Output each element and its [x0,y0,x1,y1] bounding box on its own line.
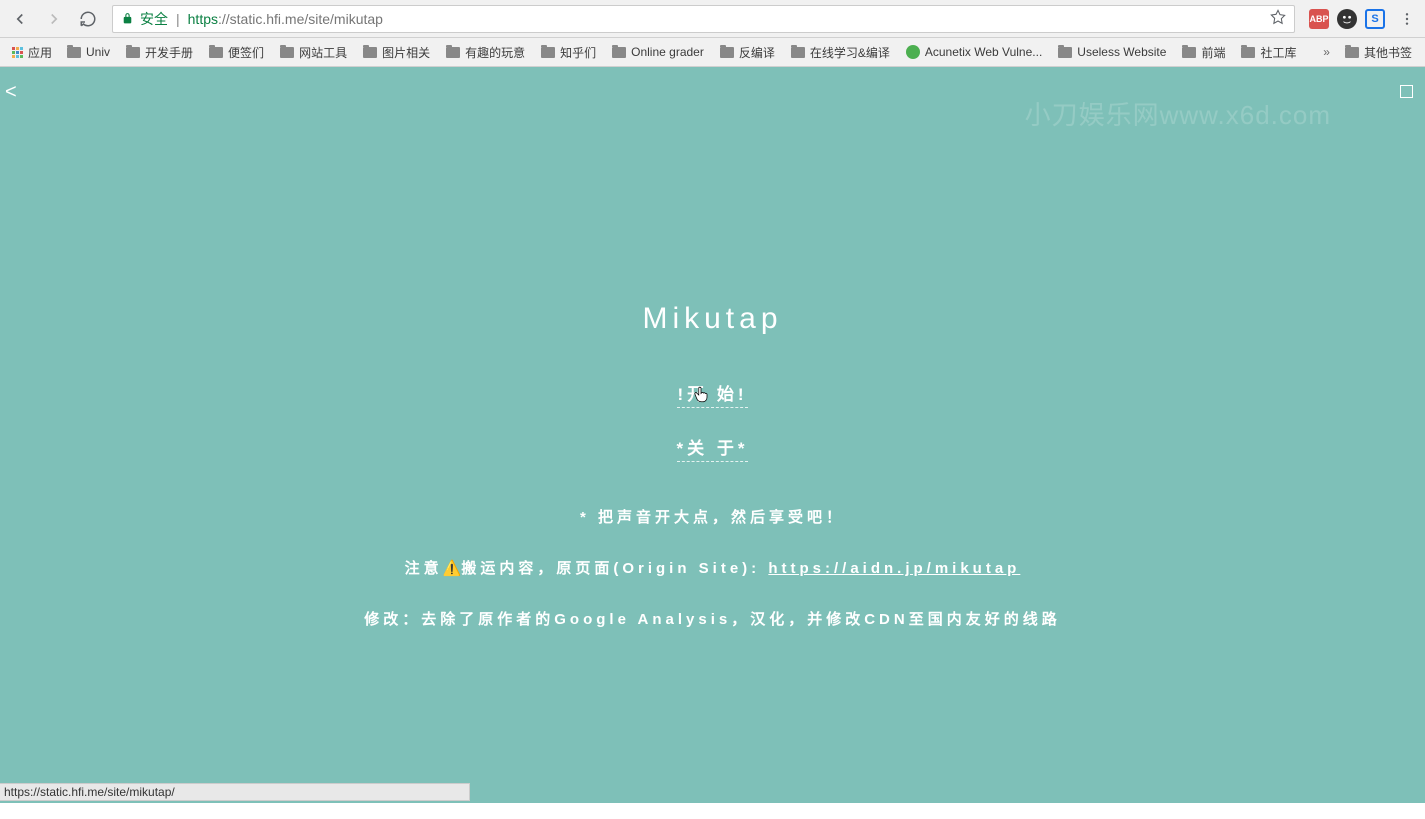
bookmark-useless-website[interactable]: Useless Website [1051,42,1173,62]
extension-abp-icon[interactable]: ABP [1309,9,1329,29]
folder-icon [720,47,734,58]
apps-icon [12,47,23,58]
folder-icon [67,47,81,58]
bookmark-images[interactable]: 图片相关 [356,41,437,64]
bookmark-zhihu[interactable]: 知乎们 [534,41,603,64]
address-bar[interactable]: 安全 | https://static.hfi.me/site/mikutap [112,5,1295,33]
status-bar: https://static.hfi.me/site/mikutap/ [0,783,470,801]
bookmark-sgk[interactable]: 社工库 [1234,41,1303,64]
extension-s-icon[interactable]: S [1365,9,1385,29]
url-text: https://static.hfi.me/site/mikutap [188,11,383,27]
bookmark-notes[interactable]: 便签们 [202,41,271,64]
folder-icon [1241,47,1255,58]
extension-icons: ABP S [1305,9,1389,29]
bookmark-dev-manual[interactable]: 开发手册 [119,41,200,64]
page-title: Mikutap [642,302,782,336]
bookmark-frontend[interactable]: 前端 [1175,41,1232,64]
secure-label: 安全 [140,9,168,29]
bookmark-acunetix[interactable]: Acunetix Web Vulne... [899,42,1049,62]
folder-icon [363,47,377,58]
origin-site-link[interactable]: https://aidn.jp/mikutap [768,560,1020,577]
browser-toolbar: 安全 | https://static.hfi.me/site/mikutap … [0,0,1425,38]
warning-icon: ⚠️ [443,560,462,577]
bookmark-overflow[interactable]: » [1317,45,1336,59]
start-button[interactable]: !开 始! [677,380,747,408]
notice-text: 注意⚠️搬运内容，原页面(Origin Site): https://aidn.… [405,557,1021,578]
bookmark-online-grader[interactable]: Online grader [605,42,711,62]
reload-button[interactable] [74,5,102,33]
bookmark-other[interactable]: 其他书签 [1338,41,1419,64]
apps-button[interactable]: 应用 [6,41,58,64]
folder-icon [209,47,223,58]
url-divider: | [176,11,180,27]
bookmark-site-tools[interactable]: 网站工具 [273,41,354,64]
folder-icon [791,47,805,58]
folder-icon [446,47,460,58]
forward-button[interactable] [40,5,68,33]
tip-text: * 把声音开大点，然后享受吧！ [580,506,845,527]
modification-text: 修改：去除了原作者的Google Analysis，汉化，并修改CDN至国内友好… [364,608,1060,629]
about-button[interactable]: *关 于* [677,434,749,462]
bookmark-online-learn[interactable]: 在线学习&编译 [784,41,897,64]
chrome-menu-button[interactable] [1395,7,1419,31]
main-content: Mikutap !开 始! *关 于* * 把声音开大点，然后享受吧！ 注意⚠️… [0,67,1425,803]
folder-icon [541,47,555,58]
back-button[interactable] [6,5,34,33]
bookmark-decompile[interactable]: 反编译 [713,41,782,64]
folder-icon [612,47,626,58]
bookmark-univ[interactable]: Univ [60,42,117,62]
lock-icon [121,12,134,25]
apps-label: 应用 [28,44,52,61]
bookmark-bar: 应用 Univ 开发手册 便签们 网站工具 图片相关 有趣的玩意 知乎们 Onl… [0,38,1425,67]
page-content: < 小刀娱乐网www.x6d.com Mikutap !开 始! *关 于* *… [0,67,1425,803]
bookmark-star-icon[interactable] [1270,9,1286,28]
extension-octotree-icon[interactable] [1337,9,1357,29]
folder-icon [1345,47,1359,58]
acunetix-icon [906,45,920,59]
bookmark-fun[interactable]: 有趣的玩意 [439,41,532,64]
folder-icon [1182,47,1196,58]
folder-icon [1058,47,1072,58]
folder-icon [280,47,294,58]
folder-icon [126,47,140,58]
